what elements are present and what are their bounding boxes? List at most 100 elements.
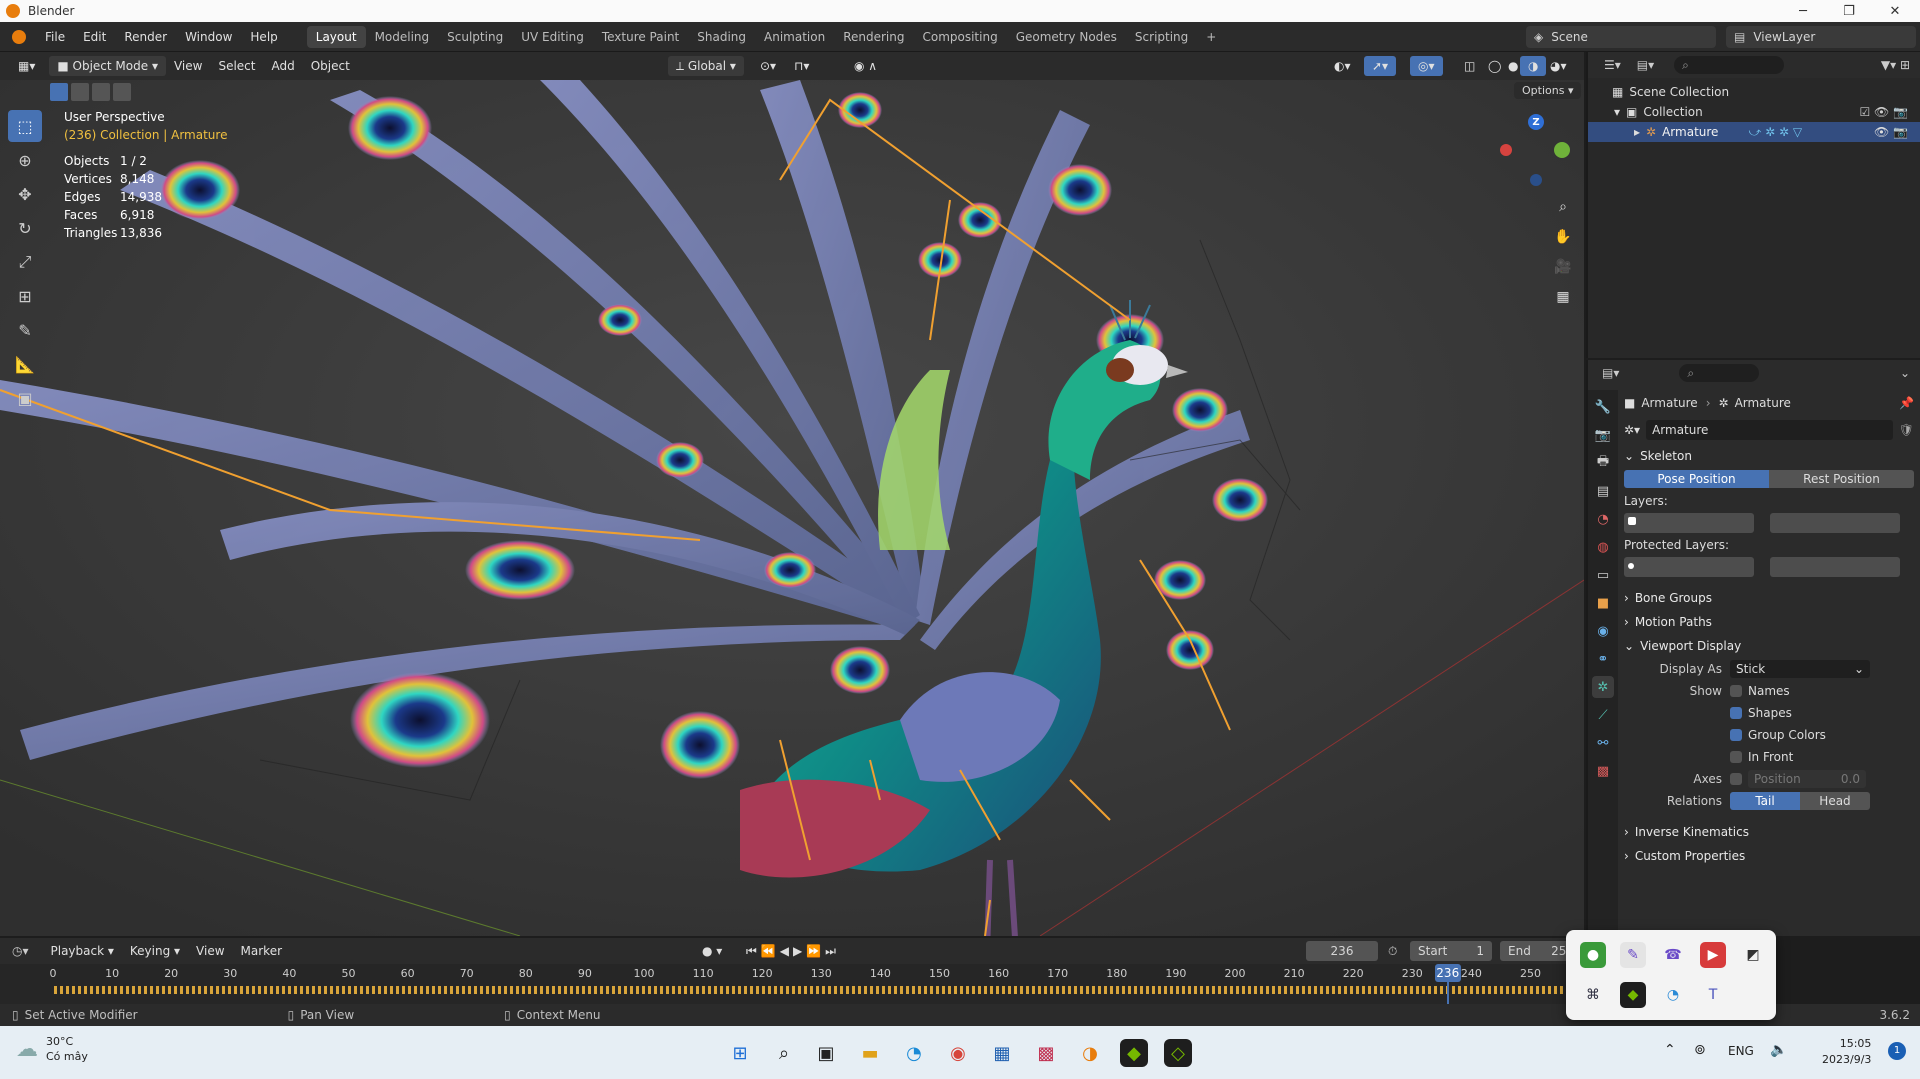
scene-tab-icon[interactable]: ◔: [1592, 508, 1614, 530]
pivot-point-icon[interactable]: ⊙▾: [752, 56, 784, 76]
tray-viber-icon[interactable]: ☎: [1660, 942, 1686, 968]
group-colors-checkbox[interactable]: [1730, 729, 1742, 741]
select-extend-icon[interactable]: [71, 83, 89, 101]
properties-options-icon[interactable]: ⌄: [1900, 366, 1910, 380]
section-bone-groups[interactable]: › Bone Groups: [1624, 586, 1914, 610]
world-tab-icon[interactable]: ◍: [1592, 536, 1614, 558]
tool-tab-icon[interactable]: 🔧: [1592, 396, 1614, 418]
armature-data-icons[interactable]: ⤻ ✲ ✲ ▽: [1748, 125, 1802, 140]
blender-menu-icon[interactable]: [12, 29, 26, 44]
scale-tool-icon[interactable]: ⤢: [8, 246, 42, 278]
menu-add[interactable]: Add: [263, 56, 302, 76]
tab-sculpting[interactable]: Sculpting: [438, 26, 512, 48]
store-icon[interactable]: ▦: [988, 1039, 1016, 1067]
tab-texture-paint[interactable]: Texture Paint: [593, 26, 688, 48]
head-button[interactable]: Head: [1800, 792, 1870, 810]
section-viewport-display[interactable]: ⌄ Viewport Display: [1624, 634, 1914, 658]
scene-selector[interactable]: ◈ Scene: [1526, 26, 1716, 48]
edge-icon[interactable]: ◔: [900, 1039, 928, 1067]
tray-teams-icon[interactable]: T: [1700, 982, 1726, 1008]
frame-ruler[interactable]: 0 10 20 30 40 50 60 70 80 90 100 110 120 130 140 150 160…: [0, 964, 1584, 984]
playback-controls[interactable]: ⏮⏪◀▶⏩⏭: [746, 944, 840, 959]
camera-view-icon[interactable]: 🎥: [1550, 254, 1576, 280]
view-layer-tab-icon[interactable]: ▤: [1592, 480, 1614, 502]
close-button[interactable]: ✕: [1872, 0, 1918, 22]
render-tab-icon[interactable]: 📷: [1592, 424, 1614, 446]
transform-tool-icon[interactable]: ⊞: [8, 280, 42, 312]
outliner-editor-icon[interactable]: ☰▾: [1604, 58, 1621, 72]
outliner-search-input[interactable]: ⌕: [1674, 56, 1785, 74]
menu-view[interactable]: View: [166, 56, 210, 76]
file-explorer-icon[interactable]: ▬: [856, 1039, 884, 1067]
tray-screenshot-icon[interactable]: ◩: [1740, 942, 1766, 968]
notification-badge[interactable]: 1: [1888, 1042, 1906, 1060]
select-box-tool-icon[interactable]: ⬚: [8, 110, 42, 142]
pan-hand-icon[interactable]: ✋: [1550, 224, 1576, 250]
properties-search-input[interactable]: ⌕: [1679, 364, 1760, 382]
object-tab-icon[interactable]: ■: [1592, 592, 1614, 614]
start-menu-icon[interactable]: ⊞: [726, 1039, 754, 1067]
expand-arrow-icon[interactable]: ▾: [1614, 105, 1620, 119]
visibility-icon[interactable]: ◐▾: [1326, 56, 1359, 76]
auto-keying-icon[interactable]: ● ▾: [702, 944, 722, 958]
network-icon[interactable]: ⊚: [1694, 1042, 1706, 1058]
gizmo-y-axis[interactable]: [1554, 142, 1570, 158]
armature-data-tab-icon[interactable]: ✲: [1592, 676, 1614, 698]
shapes-checkbox[interactable]: [1730, 707, 1742, 719]
zoom-icon[interactable]: ⌕: [1550, 194, 1576, 220]
search-icon[interactable]: ⌕: [770, 1039, 798, 1067]
3d-viewport[interactable]: Options ▾ Z ⌕ ✋ 🎥 ▦: [0, 80, 1584, 936]
outliner-row-armature[interactable]: ▸ ✲ Armature ⤻ ✲ ✲ ▽ 👁 📷: [1588, 122, 1920, 142]
output-tab-icon[interactable]: 🖶: [1592, 452, 1614, 474]
current-frame-field[interactable]: 236: [1306, 941, 1378, 961]
speaker-icon[interactable]: 🔈: [1770, 1042, 1787, 1058]
physics-tab-icon[interactable]: ◉: [1592, 620, 1614, 642]
display-as-dropdown[interactable]: Stick ⌄: [1730, 660, 1870, 678]
section-motion-paths[interactable]: › Motion Paths: [1624, 610, 1914, 634]
constraints-tab-icon[interactable]: ⚭: [1592, 648, 1614, 670]
tab-compositing[interactable]: Compositing: [913, 26, 1006, 48]
task-view-icon[interactable]: ▣: [812, 1039, 840, 1067]
shading-rendered-icon[interactable]: ◕▾: [1542, 56, 1575, 76]
axes-position-field[interactable]: Position 0.0: [1748, 770, 1866, 788]
snap-icon[interactable]: ⊓▾: [786, 56, 817, 76]
measure-tool-icon[interactable]: 📐: [8, 348, 42, 380]
menu-playback[interactable]: Playback ▾: [43, 941, 122, 961]
tab-scripting[interactable]: Scripting: [1126, 26, 1197, 48]
weather-widget[interactable]: ☁ 30°C Có mây: [16, 1034, 88, 1064]
keyframe-strip[interactable]: [54, 986, 1574, 994]
tab-uv-editing[interactable]: UV Editing: [512, 26, 593, 48]
tab-layout[interactable]: Layout: [306, 25, 366, 48]
tray-edge-icon[interactable]: ◔: [1660, 982, 1686, 1008]
rotate-tool-icon[interactable]: ↻: [8, 212, 42, 244]
chrome-icon[interactable]: ◉: [944, 1039, 972, 1067]
tab-geometry-nodes[interactable]: Geometry Nodes: [1007, 26, 1126, 48]
section-skeleton[interactable]: ⌄ Skeleton: [1624, 444, 1914, 468]
names-checkbox[interactable]: [1730, 685, 1742, 697]
timeline-editor-icon[interactable]: ◷▾: [12, 944, 29, 958]
gizmo-x-axis[interactable]: [1500, 144, 1512, 156]
armature-browse-icon[interactable]: ✲▾: [1624, 423, 1640, 437]
gizmo-z-axis[interactable]: Z: [1528, 114, 1544, 130]
pin-icon[interactable]: 📌: [1899, 396, 1914, 410]
menu-render[interactable]: Render: [115, 30, 176, 44]
menu-file[interactable]: File: [36, 30, 74, 44]
pose-position-button[interactable]: Pose Position: [1624, 470, 1769, 488]
language-indicator[interactable]: ENG: [1728, 1044, 1754, 1058]
maximize-button[interactable]: ❐: [1826, 0, 1872, 22]
tail-button[interactable]: Tail: [1730, 792, 1800, 810]
tray-nvidia-icon[interactable]: ◆: [1620, 982, 1646, 1008]
transform-orientation-selector[interactable]: ⟂ Global ▾: [668, 56, 744, 76]
armature-visibility-icons[interactable]: 👁 📷: [1874, 125, 1908, 139]
menu-help[interactable]: Help: [241, 30, 286, 44]
menu-marker[interactable]: Marker: [233, 941, 290, 961]
tray-app-tool-icon[interactable]: ⌘: [1580, 982, 1606, 1008]
blender-taskbar-icon[interactable]: ◑: [1076, 1039, 1104, 1067]
mode-selector[interactable]: ■ Object Mode ▾: [49, 56, 166, 76]
timeline-area[interactable]: 0 10 20 30 40 50 60 70 80 90 100 110 120 130 140 150 160…: [0, 964, 1584, 1004]
properties-editor-icon[interactable]: ▤▾: [1602, 366, 1619, 380]
expand-arrow-icon[interactable]: ▸: [1634, 125, 1640, 139]
section-inverse-kinematics[interactable]: › Inverse Kinematics: [1624, 820, 1914, 844]
clock[interactable]: 15:05 2023/9/3: [1822, 1036, 1871, 1068]
add-cube-tool-icon[interactable]: ▣: [8, 382, 42, 414]
